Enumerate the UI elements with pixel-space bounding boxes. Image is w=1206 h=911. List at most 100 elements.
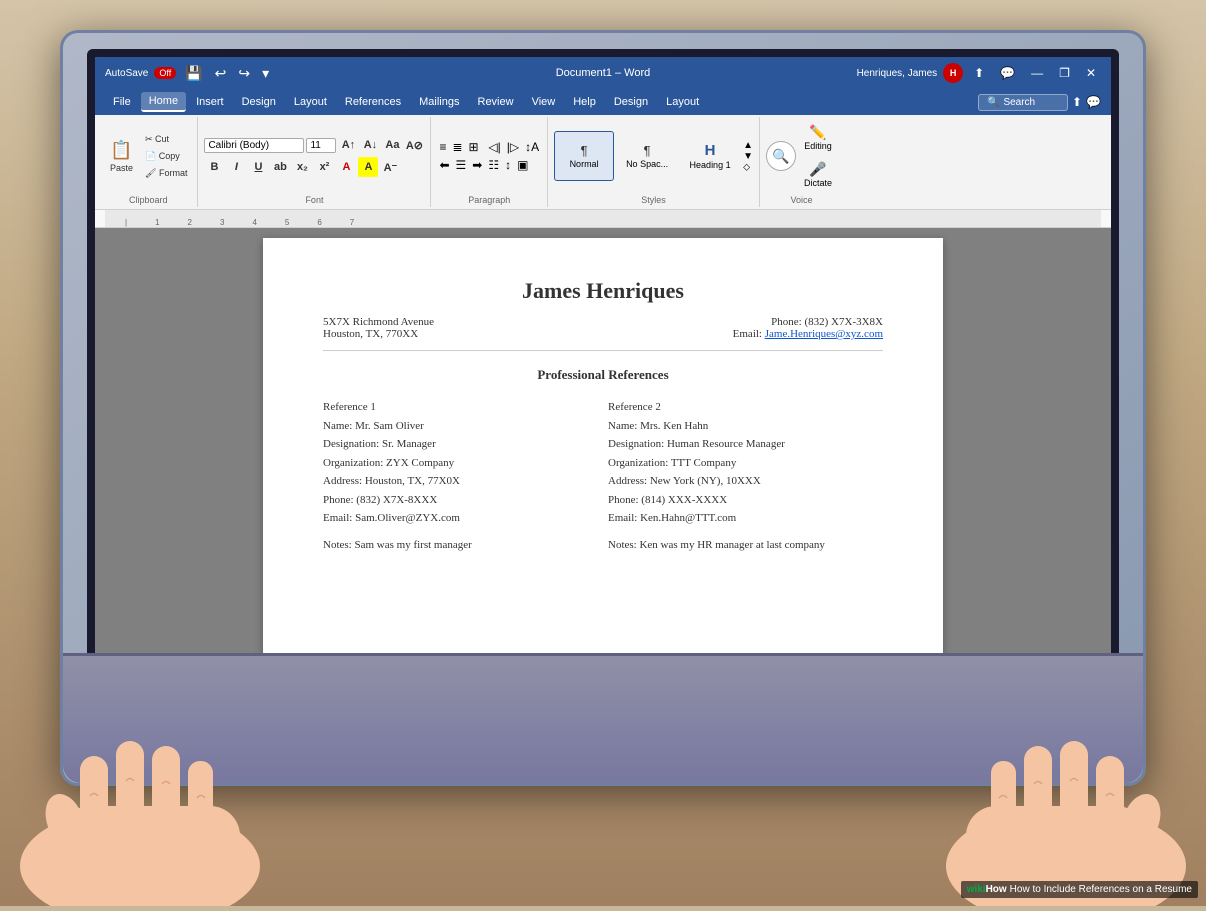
dictate-icon: 🎤 xyxy=(809,161,826,178)
font-size-input[interactable] xyxy=(306,138,336,153)
paste-button[interactable]: 📋 Paste xyxy=(105,137,138,176)
font-name-input[interactable] xyxy=(204,138,304,153)
comments-icon[interactable]: 💬 xyxy=(995,66,1020,80)
cut-button[interactable]: ✂ Cut xyxy=(141,132,191,147)
style-normal[interactable]: ¶ Normal xyxy=(554,131,614,181)
minimize-button[interactable]: — xyxy=(1026,66,1048,80)
align-center-button[interactable]: ☰ xyxy=(454,157,469,173)
search-box[interactable]: 🔍 Search xyxy=(978,94,1068,111)
sort-button[interactable]: ↕A xyxy=(523,139,541,155)
shading-button[interactable]: ▣ xyxy=(515,157,530,173)
phone-info: Phone: (832) X7X-3X8X xyxy=(733,316,883,328)
align-right-button[interactable]: ➡ xyxy=(470,157,484,173)
menu-references[interactable]: References xyxy=(337,93,409,111)
format-painter-button[interactable]: 🖌 Format xyxy=(141,166,191,181)
font-shading-button[interactable]: A⁻ xyxy=(380,157,400,177)
font-color-button[interactable]: A xyxy=(336,157,356,177)
bold-button[interactable]: B xyxy=(204,157,224,177)
copy-button[interactable]: 📄 Copy xyxy=(141,149,191,164)
decrease-font-button[interactable]: A↓ xyxy=(360,135,380,155)
ref2-address: Address: New York (NY), 10XXX xyxy=(608,473,883,490)
editing-icon: ✏️ xyxy=(809,124,826,141)
style-normal-label: Normal xyxy=(570,159,599,169)
styles-expand-button[interactable]: ⬦ xyxy=(743,162,753,173)
redo-icon[interactable]: ↪ xyxy=(235,65,253,82)
superscript-button[interactable]: x² xyxy=(314,157,334,177)
wikihow-text: How to Include References on a Resume xyxy=(1010,884,1192,895)
style-normal-preview: ¶ xyxy=(581,143,588,159)
numbering-button[interactable]: ≣ xyxy=(450,139,464,155)
ref2-phone: Phone: (814) XXX-XXXX xyxy=(608,492,883,509)
increase-font-button[interactable]: A↑ xyxy=(338,135,358,155)
style-no-spacing[interactable]: ¶ No Spac... xyxy=(617,131,677,181)
styles-area: ¶ Normal ¶ No Spac... H Heading 1 xyxy=(554,131,753,181)
clipboard-sub: ✂ Cut 📄 Copy 🖌 Format xyxy=(141,132,191,181)
menu-review[interactable]: Review xyxy=(470,93,522,111)
style-heading1-label: Heading 1 xyxy=(690,160,731,170)
strikethrough-button[interactable]: ab xyxy=(270,157,290,177)
ref2-email: Email: Ken.Hahn@TTT.com xyxy=(608,510,883,527)
align-left-button[interactable]: ⬅ xyxy=(437,157,451,173)
ruler-mark: | xyxy=(125,218,127,227)
email-info: Email: Jame.Henriques@xyz.com xyxy=(733,328,883,340)
email-link[interactable]: Jame.Henriques@xyz.com xyxy=(765,328,883,340)
menu-help[interactable]: Help xyxy=(565,93,604,111)
ref1-email: Email: Sam.Oliver@ZYX.com xyxy=(323,510,598,527)
styles-down-button[interactable]: ▼ xyxy=(743,151,753,162)
ruler: | 1 2 3 4 5 6 7 xyxy=(95,210,1111,228)
word-window: AutoSave Off 💾 ↩ ↪ ▾ Document1 – Word He… xyxy=(95,57,1111,751)
subscript-button[interactable]: x₂ xyxy=(292,157,312,177)
close-button[interactable]: ✕ xyxy=(1081,66,1101,80)
style-no-spacing-preview: ¶ xyxy=(644,143,651,159)
dictate-button[interactable]: 🎤 Dictate xyxy=(799,158,837,191)
line-spacing-button[interactable]: ↕ xyxy=(503,157,513,173)
ref1-title: Reference 1 xyxy=(323,399,598,416)
clipboard-content: 📋 Paste ✂ Cut 📄 Copy 🖌 Format xyxy=(105,119,191,193)
user-avatar: H xyxy=(943,63,963,83)
ruler-mark: 2 xyxy=(188,218,192,227)
highlight-button[interactable]: A xyxy=(358,157,378,177)
menu-bar-right: 🔍 Search ⬆ 💬 xyxy=(978,94,1101,111)
menu-design[interactable]: Design xyxy=(234,93,284,111)
clear-format-button[interactable]: A⊘ xyxy=(404,135,424,155)
ruler-mark: 4 xyxy=(252,218,256,227)
decrease-indent-button[interactable]: ◁| xyxy=(486,139,502,155)
editing-button[interactable]: ✏️ Editing xyxy=(799,121,837,154)
ruler-mark: 6 xyxy=(317,218,321,227)
more-icon[interactable]: ▾ xyxy=(259,65,272,82)
bullets-button[interactable]: ≡ xyxy=(437,139,448,155)
search-icon: 🔍 xyxy=(987,97,999,108)
font-group: A↑ A↓ Aa A⊘ B I U ab x₂ x² xyxy=(198,117,431,207)
menu-mailings[interactable]: Mailings xyxy=(411,93,467,111)
change-case-button[interactable]: Aa xyxy=(382,135,402,155)
underline-button[interactable]: U xyxy=(248,157,268,177)
comments-btn[interactable]: 💬 xyxy=(1086,95,1101,109)
menu-file[interactable]: File xyxy=(105,93,139,111)
menu-home[interactable]: Home xyxy=(141,92,186,112)
contact-block: Phone: (832) X7X-3X8X Email: Jame.Henriq… xyxy=(733,316,883,340)
indent-row2: ☷ ↕ ▣ xyxy=(486,157,541,173)
menu-layout2[interactable]: Layout xyxy=(658,93,707,111)
undo-icon[interactable]: ↩ xyxy=(212,65,230,82)
menu-view[interactable]: View xyxy=(524,93,564,111)
share-icon[interactable]: ⬆ xyxy=(969,66,989,80)
menu-insert[interactable]: Insert xyxy=(188,93,232,111)
menu-design2[interactable]: Design xyxy=(606,93,656,111)
restore-button[interactable]: ❐ xyxy=(1054,66,1075,80)
voice-search-button[interactable]: 🔍 xyxy=(766,141,796,171)
multilevel-button[interactable]: ⊞ xyxy=(467,139,481,155)
justify-button[interactable]: ☷ xyxy=(486,157,501,173)
clipboard-label: Clipboard xyxy=(129,193,168,205)
window-title: Document1 – Word xyxy=(354,67,852,79)
autosave-toggle[interactable]: Off xyxy=(154,67,176,79)
expand-icon[interactable]: ⬆ xyxy=(1072,95,1082,109)
styles-up-button[interactable]: ▲ xyxy=(743,140,753,151)
italic-button[interactable]: I xyxy=(226,157,246,177)
increase-indent-button[interactable]: |▷ xyxy=(505,139,521,155)
style-heading1[interactable]: H Heading 1 xyxy=(680,131,740,181)
save-icon[interactable]: 💾 xyxy=(182,65,205,82)
ref1-designation: Designation: Sr. Manager xyxy=(323,436,598,453)
menu-layout[interactable]: Layout xyxy=(286,93,335,111)
font-row-1: A↑ A↓ Aa A⊘ xyxy=(204,135,424,155)
laptop-keyboard xyxy=(63,653,1143,783)
